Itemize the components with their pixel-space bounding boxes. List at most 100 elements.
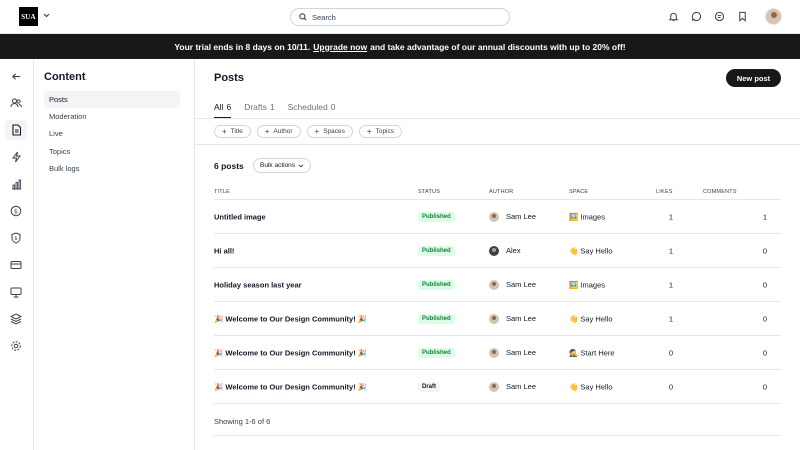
sidebar-item-topics[interactable]: Topics <box>44 143 180 160</box>
comments-count: 0 <box>762 314 767 323</box>
status-badge: Published <box>418 313 455 324</box>
comments-count: 0 <box>762 382 767 391</box>
card-icon[interactable] <box>5 255 27 275</box>
filter-label: Topics <box>375 128 395 135</box>
filter-topics[interactable]: + Topics <box>358 125 403 138</box>
likes-count: 1 <box>668 212 673 221</box>
likes-count: 1 <box>668 314 673 323</box>
author-cell[interactable]: Sam Lee <box>489 211 536 222</box>
column-header-space[interactable]: SPACE <box>569 189 588 195</box>
likes-count: 1 <box>668 246 673 255</box>
security-icon[interactable]: $ <box>5 228 27 248</box>
tab-scheduled[interactable]: Scheduled 0 <box>288 102 336 119</box>
posts-count: 6 posts <box>214 161 244 171</box>
tab-count: 6 <box>226 102 232 112</box>
analytics-icon[interactable] <box>5 174 27 194</box>
sidebar-item-bulk-logs[interactable]: Bulk logs <box>44 160 180 177</box>
column-header-likes[interactable]: LIKES <box>656 189 673 195</box>
table-row[interactable]: 🎉 Welcome to Our Design Community! 🎉 Pub… <box>214 336 781 370</box>
status-badge: Draft <box>418 381 441 392</box>
tab-count: 1 <box>269 102 275 112</box>
billing-icon[interactable]: $ <box>5 201 27 221</box>
table-row[interactable]: Hi all! Published Alex 👋 Say Hello 1 0 <box>214 234 781 268</box>
table-row[interactable]: 🎉 Welcome to Our Design Community! 🎉 Pub… <box>214 302 781 336</box>
post-title[interactable]: Hi all! <box>214 246 234 255</box>
space-cell: 👋 Say Hello <box>569 382 613 391</box>
column-header-title[interactable]: TITLE <box>214 189 230 195</box>
avatar <box>489 381 499 392</box>
messages-icon[interactable] <box>713 11 725 23</box>
display-icon[interactable] <box>5 282 27 302</box>
sidebar-title: Content <box>44 71 86 83</box>
back-arrow-icon[interactable] <box>5 66 27 86</box>
plus-icon: + <box>264 127 270 136</box>
brand-logo[interactable]: SUA <box>19 7 38 26</box>
upgrade-link[interactable]: Upgrade now <box>313 42 367 52</box>
tab-label: Scheduled <box>287 102 328 112</box>
space-cell: 🕵️ Start Here <box>569 348 615 357</box>
bookmark-icon[interactable] <box>736 11 748 23</box>
post-tabs: All 6 Drafts 1 Scheduled 0 <box>214 102 336 119</box>
search-placeholder: Search <box>312 12 336 22</box>
svg-text:$: $ <box>14 236 17 242</box>
svg-text:$: $ <box>14 207 18 215</box>
layers-icon[interactable] <box>5 309 27 329</box>
content-sidebar: Content Posts Moderation Live Topics Bul… <box>34 59 195 450</box>
trial-banner: Your trial ends in 8 days on 10/11. Upgr… <box>0 34 800 59</box>
search-input[interactable]: Search <box>290 8 510 26</box>
logo-text: SUA <box>21 12 36 21</box>
post-title[interactable]: Untitled image <box>214 212 266 221</box>
plus-icon: + <box>314 127 320 136</box>
tab-count: 0 <box>330 102 336 112</box>
column-header-status[interactable]: STATUS <box>418 189 440 195</box>
table-row[interactable]: Holiday season last year Published Sam L… <box>214 268 781 302</box>
filter-title[interactable]: + Title <box>214 125 251 138</box>
author-cell[interactable]: Sam Lee <box>489 381 536 392</box>
avatar <box>489 347 499 358</box>
author-name: Sam Lee <box>506 314 537 323</box>
author-name: Alex <box>506 246 521 255</box>
filter-spaces[interactable]: + Spaces <box>306 125 353 138</box>
avatar <box>489 211 499 222</box>
column-header-comments[interactable]: COMMENTS <box>703 189 737 195</box>
plus-icon: + <box>222 127 227 136</box>
bulk-actions-label: Bulk actions <box>260 162 296 169</box>
tab-all[interactable]: All 6 <box>214 102 232 119</box>
comments-count: 0 <box>762 280 767 289</box>
user-avatar[interactable] <box>765 8 782 25</box>
chevron-down-icon[interactable] <box>43 11 50 20</box>
content-icon[interactable] <box>5 120 27 140</box>
members-icon[interactable] <box>5 93 27 113</box>
comments-count: 1 <box>762 212 767 221</box>
sidebar-item-live[interactable]: Live <box>44 125 180 142</box>
post-title[interactable]: 🎉 Welcome to Our Design Community! 🎉 <box>214 314 367 323</box>
settings-icon[interactable] <box>5 336 27 356</box>
sidebar-item-moderation[interactable]: Moderation <box>44 108 180 125</box>
column-header-author[interactable]: AUTHOR <box>489 189 513 195</box>
bulk-actions-button[interactable]: Bulk actions <box>253 158 312 173</box>
table-row[interactable]: Untitled image Published Sam Lee 🖼️ Imag… <box>214 200 781 234</box>
bell-icon[interactable] <box>667 11 679 23</box>
post-title[interactable]: 🎉 Welcome to Our Design Community! 🎉 <box>214 348 367 357</box>
search-icon <box>299 13 307 21</box>
author-cell[interactable]: Sam Lee <box>489 313 537 324</box>
table-row[interactable]: 🎉 Welcome to Our Design Community! 🎉 Dra… <box>214 370 781 404</box>
author-cell[interactable]: Sam Lee <box>489 347 536 358</box>
author-cell[interactable]: Alex <box>489 245 521 256</box>
tab-drafts[interactable]: Drafts 1 <box>244 102 274 119</box>
post-title[interactable]: Holiday season last year <box>214 280 302 289</box>
sidebar-item-posts[interactable]: Posts <box>44 91 180 108</box>
divider <box>195 118 800 119</box>
new-post-button[interactable]: New post <box>726 69 781 87</box>
space-cell: 👋 Say Hello <box>569 314 613 323</box>
comments-count: 0 <box>762 246 767 255</box>
activity-icon[interactable] <box>5 147 27 167</box>
status-badge: Published <box>418 211 455 222</box>
tab-label: All <box>214 102 224 112</box>
filter-label: Spaces <box>323 128 345 135</box>
post-title[interactable]: 🎉 Welcome to Our Design Community! 🎉 <box>214 382 367 391</box>
chat-icon[interactable] <box>690 11 702 23</box>
filter-author[interactable]: + Author <box>256 125 301 138</box>
author-cell[interactable]: Sam Lee <box>489 279 536 290</box>
space-cell: 🖼️ Images <box>569 212 606 221</box>
